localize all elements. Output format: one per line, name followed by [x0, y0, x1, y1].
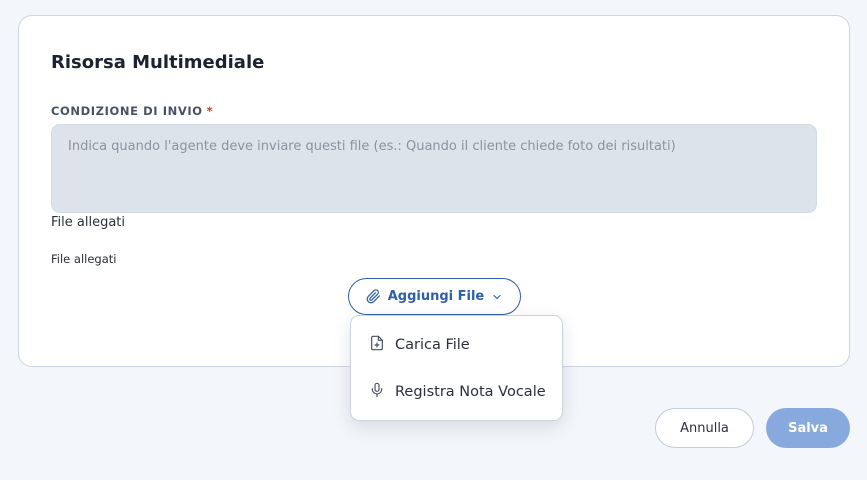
cancel-button[interactable]: Annulla — [655, 408, 754, 448]
page: Risorsa Multimediale CONDIZIONE DI INVIO… — [0, 0, 867, 480]
send-condition-label: CONDIZIONE DI INVIO * — [51, 104, 213, 118]
menu-item-record-voice-note[interactable]: Registra Nota Vocale — [351, 370, 562, 414]
menu-item-upload-file[interactable]: Carica File — [351, 323, 562, 367]
microphone-icon — [369, 382, 385, 402]
menu-item-label: Carica File — [395, 337, 470, 353]
card-title: Risorsa Multimediale — [51, 52, 265, 73]
paperclip-icon — [366, 289, 381, 304]
save-button[interactable]: Salva — [766, 408, 850, 448]
menu-item-label: Registra Nota Vocale — [395, 384, 546, 400]
add-file-dropdown-menu: Carica File Registra Nota Vocale — [350, 315, 563, 421]
send-condition-input[interactable] — [51, 124, 817, 213]
add-file-label: Aggiungi File — [387, 289, 485, 304]
required-mark: * — [206, 104, 214, 118]
chevron-down-icon — [491, 291, 503, 303]
attached-files-label: File allegati — [51, 215, 126, 230]
add-file-button[interactable]: Aggiungi File — [348, 278, 521, 315]
file-plus-icon — [369, 335, 385, 355]
send-condition-label-text: CONDIZIONE DI INVIO — [51, 104, 203, 118]
attached-files-sublabel: File allegati — [51, 252, 117, 266]
